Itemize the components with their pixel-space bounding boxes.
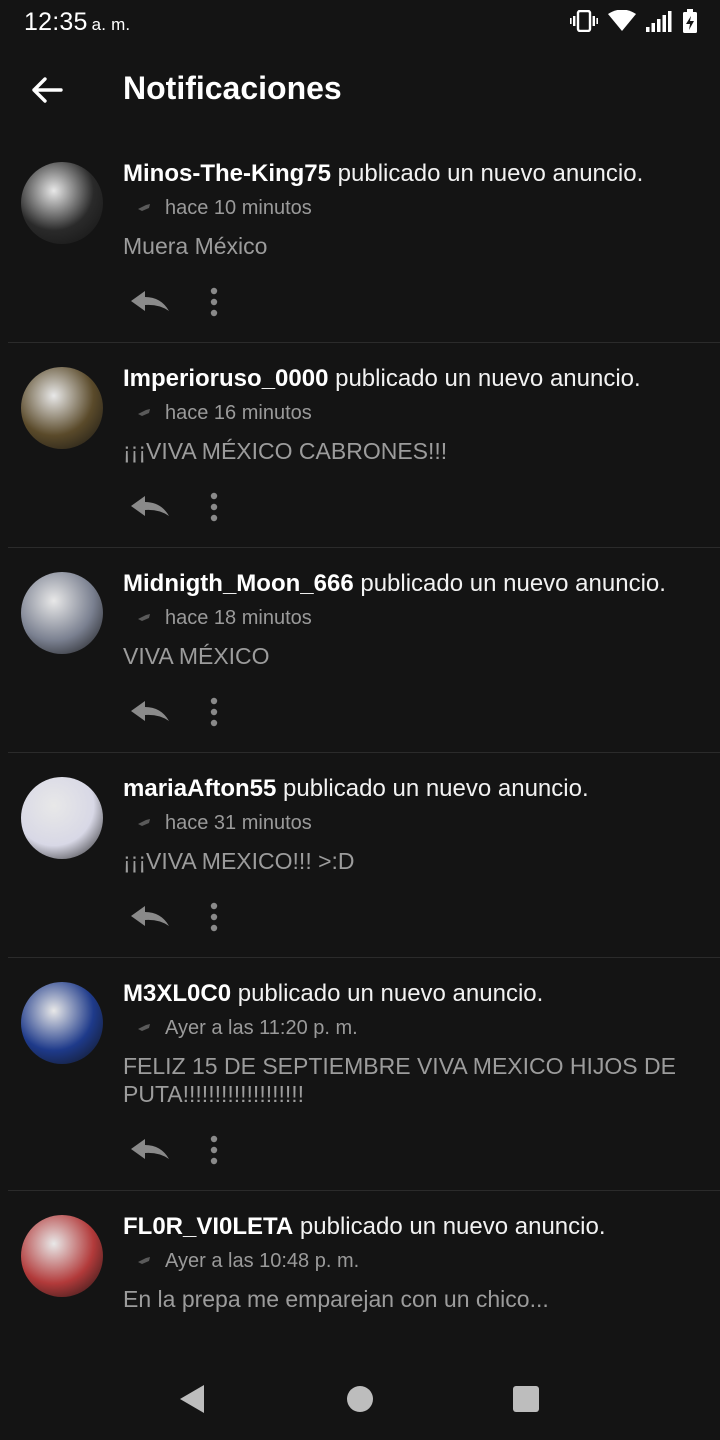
notification-content: Midnigth_Moon_666 publicado un nuevo anu… — [123, 548, 720, 752]
more-options-icon[interactable] — [209, 697, 219, 727]
notification-item[interactable]: Imperioruso_0000 publicado un nuevo anun… — [8, 343, 720, 548]
notification-actions — [123, 1120, 720, 1190]
notification-item[interactable]: Minos-The-King75 publicado un nuevo anun… — [8, 138, 720, 343]
notification-meta: hace 31 minutos — [123, 809, 720, 837]
notification-action: publicado un nuevo anuncio. — [299, 1213, 606, 1240]
notification-list: Minos-The-King75 publicado un nuevo anun… — [0, 138, 720, 1313]
notification-meta: Ayer a las 10:48 p. m. — [123, 1247, 720, 1275]
timestamp: Ayer a las 11:20 p. m. — [165, 1016, 358, 1039]
app-bar: Notificaciones — [0, 56, 720, 124]
avatar[interactable] — [21, 982, 103, 1064]
notification-message[interactable]: FELIZ 15 DE SEPTIEMBRE VIVA MEXICO HIJOS… — [123, 1052, 720, 1108]
nav-recents-button[interactable] — [513, 1386, 539, 1412]
notification-message[interactable]: ¡¡¡VIVA MÉXICO CABRONES!!! — [123, 437, 720, 465]
arrow-left-icon — [32, 77, 63, 103]
notification-content: mariaAfton55 publicado un nuevo anuncio.… — [123, 753, 720, 957]
avatar[interactable] — [21, 162, 103, 244]
megaphone-icon — [138, 409, 150, 416]
notification-action: publicado un nuevo anuncio. — [337, 160, 644, 187]
signal-icon — [646, 11, 672, 32]
notification-item[interactable]: FL0R_VI0LETA publicado un nuevo anuncio.… — [8, 1191, 720, 1313]
notification-headline: M3XL0C0 publicado un nuevo anuncio. — [123, 978, 720, 1010]
notification-action: publicado un nuevo anuncio. — [360, 570, 666, 597]
notification-headline: Minos-The-King75 publicado un nuevo anun… — [123, 158, 720, 190]
reply-icon[interactable] — [129, 287, 171, 317]
notification-headline: Midnigth_Moon_666 publicado un nuevo anu… — [123, 568, 720, 600]
notification-message[interactable]: En la prepa me emparejan con un chico... — [123, 1285, 720, 1313]
notification-headline: Imperioruso_0000 publicado un nuevo anun… — [123, 363, 720, 395]
timestamp: hace 31 minutos — [165, 811, 312, 834]
notification-action: publicado un nuevo anuncio. — [335, 365, 641, 392]
more-options-icon[interactable] — [209, 492, 219, 522]
megaphone-icon — [138, 819, 150, 826]
notification-message[interactable]: VIVA MÉXICO — [123, 642, 720, 670]
notification-meta: hace 18 minutos — [123, 604, 720, 632]
notification-content: Minos-The-King75 publicado un nuevo anun… — [123, 138, 720, 342]
notification-headline: FL0R_VI0LETA publicado un nuevo anuncio. — [123, 1211, 720, 1243]
username[interactable]: Minos-The-King75 — [123, 160, 331, 187]
page-title: Notificaciones — [123, 70, 342, 106]
notification-item[interactable]: mariaAfton55 publicado un nuevo anuncio.… — [8, 753, 720, 958]
notification-actions — [123, 682, 720, 752]
avatar[interactable] — [21, 572, 103, 654]
nav-back-icon[interactable] — [178, 1384, 206, 1414]
timestamp: hace 16 minutos — [165, 401, 312, 424]
reply-icon[interactable] — [129, 1135, 171, 1165]
megaphone-icon — [138, 1257, 150, 1264]
reply-icon[interactable] — [129, 697, 171, 727]
notification-meta: Ayer a las 11:20 p. m. — [123, 1014, 720, 1042]
megaphone-icon — [138, 614, 150, 621]
notification-message[interactable]: Muera México — [123, 232, 720, 260]
megaphone-icon — [138, 1024, 150, 1031]
avatar[interactable] — [21, 777, 103, 859]
notification-content: Imperioruso_0000 publicado un nuevo anun… — [123, 343, 720, 547]
notification-item[interactable]: M3XL0C0 publicado un nuevo anuncio. Ayer… — [8, 958, 720, 1191]
more-options-icon[interactable] — [209, 1135, 219, 1165]
notification-meta: hace 10 minutos — [123, 194, 720, 222]
notification-actions — [123, 887, 720, 957]
reply-icon[interactable] — [129, 492, 171, 522]
username[interactable]: Imperioruso_0000 — [123, 365, 328, 392]
status-time: 12:35 a. m. — [24, 8, 130, 37]
notification-actions — [123, 272, 720, 342]
timestamp: Ayer a las 10:48 p. m. — [165, 1249, 360, 1272]
status-icons — [570, 8, 698, 34]
username[interactable]: FL0R_VI0LETA — [123, 1213, 293, 1240]
more-options-icon[interactable] — [209, 287, 219, 317]
reply-icon[interactable] — [129, 902, 171, 932]
wifi-icon — [608, 10, 636, 31]
notification-action: publicado un nuevo anuncio. — [237, 980, 544, 1007]
back-button[interactable] — [28, 70, 68, 110]
notification-meta: hace 16 minutos — [123, 399, 720, 427]
username[interactable]: M3XL0C0 — [123, 980, 231, 1007]
notification-item[interactable]: Midnigth_Moon_666 publicado un nuevo anu… — [8, 548, 720, 753]
system-nav-bar — [0, 1360, 720, 1440]
battery-icon — [683, 9, 697, 33]
notification-content: FL0R_VI0LETA publicado un nuevo anuncio.… — [123, 1191, 720, 1313]
vibrate-icon — [570, 10, 598, 32]
timestamp: hace 18 minutos — [165, 606, 312, 629]
timestamp: hace 10 minutos — [165, 196, 312, 219]
megaphone-icon — [138, 204, 150, 211]
notification-action: publicado un nuevo anuncio. — [283, 775, 589, 802]
avatar[interactable] — [21, 1215, 103, 1297]
clock-time: 12:35 — [24, 8, 88, 36]
notification-message[interactable]: ¡¡¡VIVA MEXICO!!! >:D — [123, 847, 720, 875]
clock-ampm: a. m. — [91, 15, 131, 34]
username[interactable]: Midnigth_Moon_666 — [123, 570, 354, 597]
notification-actions — [123, 477, 720, 547]
notification-content: M3XL0C0 publicado un nuevo anuncio. Ayer… — [123, 958, 720, 1190]
status-bar: 12:35 a. m. — [0, 0, 720, 44]
notification-headline: mariaAfton55 publicado un nuevo anuncio. — [123, 773, 720, 805]
more-options-icon[interactable] — [209, 902, 219, 932]
avatar[interactable] — [21, 367, 103, 449]
username[interactable]: mariaAfton55 — [123, 775, 276, 802]
nav-home-button[interactable] — [347, 1386, 373, 1412]
